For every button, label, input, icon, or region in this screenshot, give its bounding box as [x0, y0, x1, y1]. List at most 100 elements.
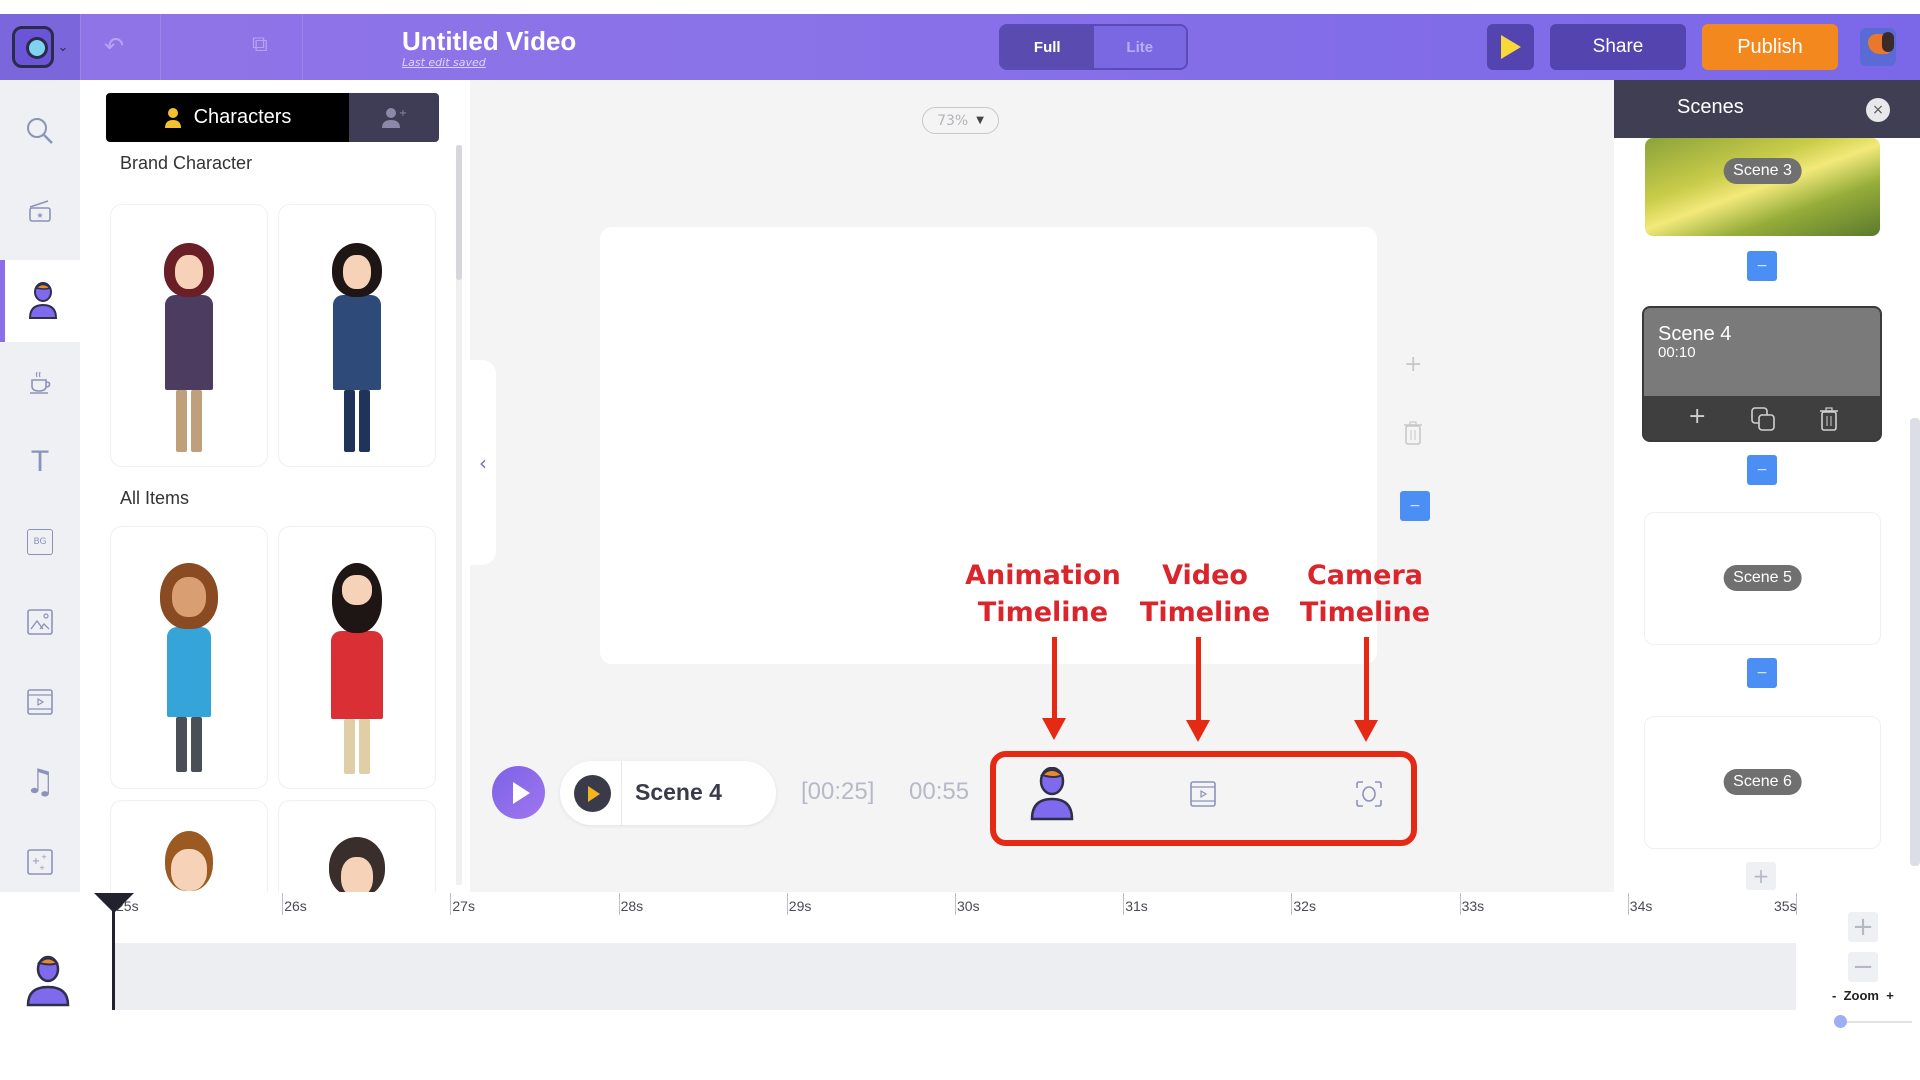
delete-element-button[interactable] [1402, 420, 1424, 452]
add-scene-button[interactable]: + [1688, 404, 1706, 429]
character-card[interactable] [110, 204, 268, 467]
scenes-scrollbar[interactable] [1910, 418, 1920, 866]
character-icon [164, 107, 181, 128]
close-scenes-panel-button[interactable]: × [1866, 98, 1890, 122]
user-avatar[interactable] [1860, 28, 1896, 66]
video-timeline-button[interactable] [1189, 780, 1217, 812]
sidebar-item-characters[interactable] [0, 260, 80, 342]
add-element-button[interactable]: + [1404, 352, 1422, 377]
timeline-zoom-slider[interactable] [1840, 1021, 1912, 1023]
publish-button[interactable]: Publish [1702, 24, 1838, 70]
scene-card-3[interactable]: Scene 3 [1645, 138, 1880, 236]
scene-card-6[interactable]: Scene 6 [1644, 716, 1881, 849]
close-icon: × [1872, 102, 1884, 118]
timeline-zoom-slider-handle[interactable] [1834, 1015, 1847, 1028]
scene-transition-button[interactable]: − [1747, 455, 1777, 485]
scene-play-control[interactable]: Scene 4 [560, 761, 776, 825]
timeline-zoom-out-button[interactable]: − [1848, 952, 1878, 982]
animation-timeline-button[interactable] [1030, 766, 1074, 825]
minus-icon: − [1756, 462, 1768, 478]
scene-label: Scene 6 [1723, 769, 1802, 795]
section-all-items: All Items [120, 488, 190, 508]
scene-duration: 00:10 [1658, 344, 1696, 361]
divider [160, 14, 161, 80]
coffee-cup-icon [30, 371, 51, 394]
sparkle-icon: + ++ [27, 849, 53, 875]
timeline-tick-label: 30s [957, 898, 980, 914]
sidebar-item-music[interactable]: ♫ [0, 742, 80, 822]
divider [80, 14, 81, 80]
camera-focus-icon [1356, 781, 1382, 807]
character-card[interactable] [110, 800, 268, 892]
video-title[interactable]: Untitled Video [402, 26, 576, 57]
mode-lite-option[interactable]: Lite [1093, 26, 1186, 68]
play-scene-button[interactable] [574, 775, 611, 812]
duplicate-icon[interactable]: ⧉ [252, 32, 268, 57]
zoom-minus-label: - [1832, 988, 1837, 1003]
preview-play-button[interactable] [1487, 24, 1534, 70]
character-card[interactable] [278, 800, 436, 892]
play-all-button[interactable] [492, 766, 545, 819]
collapse-panel-button[interactable]: ‹ [470, 360, 496, 565]
app-menu-button[interactable]: ⌄ [0, 14, 80, 80]
character-card[interactable] [110, 526, 268, 789]
animation-track[interactable] [114, 943, 1796, 1010]
icon-sidebar: ★ T BG ♫ + + + [0, 80, 80, 892]
timeline-zoom-in-button[interactable]: + [1848, 912, 1878, 942]
sidebar-item-properties[interactable] [0, 342, 80, 422]
sidebar-item-templates[interactable]: ★ [0, 171, 80, 251]
sidebar-item-text[interactable]: T [0, 422, 80, 502]
sidebar-item-search[interactable] [0, 91, 80, 171]
delete-scene-button[interactable] [1818, 406, 1840, 438]
bg-icon: BG [27, 529, 53, 555]
duplicate-scene-button[interactable] [1750, 406, 1776, 438]
library-tabs: Characters + [106, 93, 439, 142]
annotation-arrow [1196, 637, 1201, 722]
character-icon [28, 282, 57, 319]
timeline-tick [618, 893, 620, 915]
mode-toggle[interactable]: Full Lite [999, 24, 1188, 70]
sidebar-item-images[interactable] [0, 582, 80, 662]
scene-transition-button[interactable]: − [1747, 658, 1777, 688]
total-duration: 00:55 [909, 778, 970, 805]
undo-icon[interactable]: ↶ [104, 32, 124, 60]
duplicate-icon [1751, 407, 1775, 431]
sidebar-item-videos[interactable] [0, 662, 80, 742]
scene-transition-button[interactable]: − [1747, 251, 1777, 281]
timeline-tick [450, 893, 452, 915]
tab-characters[interactable]: Characters [106, 93, 349, 142]
annotation-arrow-head [1186, 720, 1210, 742]
timeline-tick [786, 893, 788, 915]
collapse-toolbar-button[interactable]: − [1400, 491, 1430, 521]
sidebar-item-backgrounds[interactable]: BG [0, 502, 80, 582]
last-edit-status[interactable]: Last edit saved [402, 56, 486, 69]
timeline-tick [955, 893, 956, 915]
tab-add-character[interactable]: + [349, 93, 439, 142]
share-button[interactable]: Share [1550, 24, 1686, 70]
timeline-tick-label: 34s [1629, 898, 1653, 914]
clapperboard-star-icon: ★ [29, 200, 51, 222]
library-scrollbar-thumb[interactable] [456, 145, 462, 280]
scene-card-4[interactable]: Scene 4 00:10 + [1642, 306, 1882, 442]
scene-card-5[interactable]: Scene 5 [1644, 512, 1881, 645]
character-card[interactable] [278, 204, 436, 467]
character-figure [160, 563, 218, 772]
divider [302, 14, 303, 80]
plus-icon: + [1852, 912, 1874, 942]
character-figure [331, 563, 383, 774]
svg-text:+: + [399, 108, 407, 119]
mode-full-option[interactable]: Full [1001, 26, 1094, 68]
sidebar-item-effects[interactable]: + + + [0, 822, 80, 902]
annotation-line: Camera [1306, 560, 1423, 591]
timeline-tick [1627, 893, 1629, 915]
zoom-plus-label: + [1886, 988, 1894, 1003]
character-card[interactable] [278, 526, 436, 789]
timeline-tick-label: 35s [1774, 898, 1797, 914]
camera-timeline-button[interactable] [1355, 780, 1383, 812]
stage-zoom-dropdown[interactable]: 73% ▼ [922, 107, 999, 134]
annotation-animation-timeline: Animation Timeline [960, 557, 1126, 631]
add-new-scene-button[interactable]: + [1746, 862, 1776, 890]
playhead-handle[interactable] [94, 893, 134, 913]
zoom-text: Zoom [1843, 988, 1879, 1003]
minus-icon: − [1409, 498, 1421, 514]
